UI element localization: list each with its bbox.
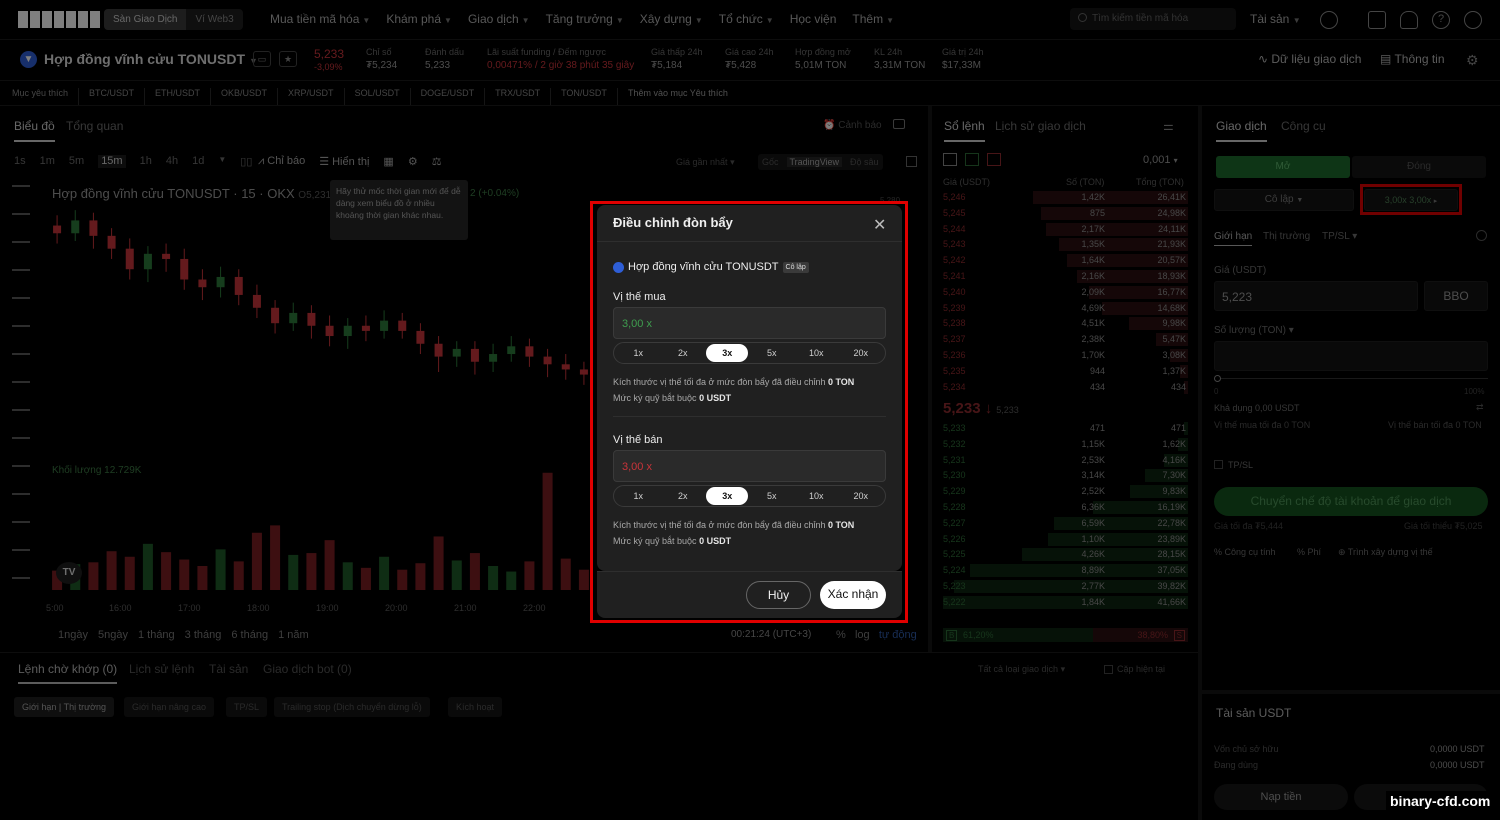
dialog-highlight-box <box>590 201 908 623</box>
watermark: binary-cfd.com <box>1386 791 1495 811</box>
